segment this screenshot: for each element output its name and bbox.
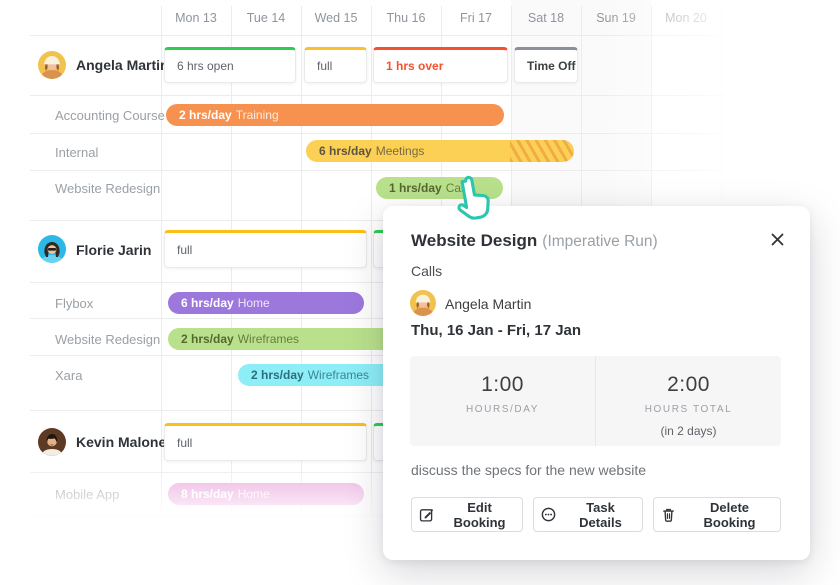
avatar-angela-icon bbox=[410, 290, 436, 316]
day-header: Tue 14 bbox=[231, 11, 301, 25]
grid-line bbox=[371, 6, 372, 515]
booking-date-range: Thu, 16 Jan - Fri, 17 Jan bbox=[411, 322, 581, 339]
project-label[interactable]: Internal bbox=[55, 145, 98, 160]
hours-per-day-value: 1:00 bbox=[410, 373, 595, 397]
hours-per-day-label: HOURS/DAY bbox=[410, 404, 595, 415]
avatar[interactable] bbox=[38, 428, 66, 456]
availability-cell[interactable]: full bbox=[304, 47, 367, 83]
row-divider bbox=[30, 170, 744, 171]
avatar-florie-icon bbox=[38, 235, 66, 263]
availability-cell[interactable]: 1 hrs over bbox=[373, 47, 508, 83]
booking-task: Calls bbox=[446, 181, 473, 195]
delete-booking-label: Delete Booking bbox=[685, 500, 774, 530]
row-divider bbox=[30, 95, 744, 96]
avatar-angela-icon bbox=[38, 51, 66, 79]
booking-task: Meetings bbox=[376, 144, 425, 158]
avatar bbox=[410, 290, 436, 316]
booking-hours: 6 hrs/day bbox=[181, 296, 234, 310]
trash-icon bbox=[660, 506, 677, 523]
project-label[interactable]: Flybox bbox=[55, 296, 93, 311]
popup-title: Website Design (Imperative Run) bbox=[411, 231, 658, 251]
avatar[interactable] bbox=[38, 235, 66, 263]
delete-booking-button[interactable]: Delete Booking bbox=[653, 497, 781, 532]
project-title-suffix: (Imperative Run) bbox=[542, 233, 657, 250]
person-name[interactable]: Florie Jarin bbox=[76, 242, 151, 258]
day-header: Fri 17 bbox=[441, 11, 511, 25]
booking-hours: 2 hrs/day bbox=[251, 368, 304, 382]
booking-stats: 1:00 HOURS/DAY 2:00 HOURS TOTAL (in 2 da… bbox=[410, 356, 781, 446]
project-label[interactable]: Website Redesign bbox=[55, 332, 160, 347]
hours-per-day-stat: 1:00 HOURS/DAY bbox=[410, 356, 595, 446]
project-label[interactable]: Mobile App bbox=[55, 487, 119, 502]
booking-hours: 8 hrs/day bbox=[181, 487, 234, 501]
hours-total-stat: 2:00 HOURS TOTAL (in 2 days) bbox=[595, 356, 781, 446]
booking-bar-meetings[interactable]: 6 hrs/day Meetings bbox=[306, 140, 574, 162]
booking-details-popup: Website Design (Imperative Run) Calls Ang… bbox=[383, 206, 810, 560]
booking-hours: 1 hrs/day bbox=[389, 181, 442, 195]
task-details-button[interactable]: Task Details bbox=[533, 497, 643, 532]
day-header: Sun 19 bbox=[581, 11, 651, 25]
edit-booking-button[interactable]: Edit Booking bbox=[411, 497, 523, 532]
availability-cell[interactable]: full bbox=[164, 230, 367, 268]
project-label[interactable]: Accounting Course bbox=[55, 108, 165, 123]
availability-label: 1 hrs over bbox=[386, 59, 443, 73]
resource-scheduler: Mon 13 Tue 14 Wed 15 Thu 16 Fri 17 Sat 1… bbox=[0, 0, 840, 585]
row-divider bbox=[30, 133, 744, 134]
availability-label: full bbox=[177, 436, 192, 450]
hours-total-note: (in 2 days) bbox=[596, 424, 781, 438]
booking-bar-home[interactable]: 8 hrs/day Home bbox=[168, 483, 364, 505]
ellipsis-circle-icon bbox=[540, 506, 557, 523]
task-details-label: Task Details bbox=[565, 500, 636, 530]
day-header: Wed 15 bbox=[301, 11, 371, 25]
booking-task: Wireframes bbox=[308, 368, 369, 382]
availability-cell[interactable]: full bbox=[164, 423, 367, 461]
edit-icon bbox=[418, 506, 435, 523]
availability-cell[interactable]: 6 hrs open bbox=[164, 47, 296, 83]
hours-total-value: 2:00 bbox=[596, 373, 781, 397]
project-title: Website Design bbox=[411, 231, 537, 250]
hours-total-label: HOURS TOTAL bbox=[596, 404, 781, 415]
booking-bar-calls[interactable]: 1 hrs/day Calls bbox=[376, 177, 503, 199]
project-label[interactable]: Website Redesign bbox=[55, 181, 160, 196]
avatar[interactable] bbox=[38, 51, 66, 79]
popup-task-name: Calls bbox=[411, 263, 442, 279]
day-header: Mon 20 bbox=[651, 11, 721, 25]
close-icon[interactable] bbox=[768, 230, 786, 248]
booking-bar-home[interactable]: 6 hrs/day Home bbox=[168, 292, 364, 314]
edit-booking-label: Edit Booking bbox=[443, 500, 516, 530]
day-header: Mon 13 bbox=[161, 11, 231, 25]
booking-task: Training bbox=[236, 108, 279, 122]
row-divider bbox=[30, 35, 744, 36]
avatar-kevin-icon bbox=[38, 428, 66, 456]
availability-label: full bbox=[317, 59, 332, 73]
day-header: Thu 16 bbox=[371, 11, 441, 25]
day-header: Sat 18 bbox=[511, 11, 581, 25]
availability-label: full bbox=[177, 243, 192, 257]
availability-label: 6 hrs open bbox=[177, 59, 234, 73]
booking-bar-training[interactable]: 2 hrs/day Training bbox=[166, 104, 504, 126]
booking-task: Home bbox=[238, 296, 270, 310]
availability-cell[interactable]: Time Off bbox=[514, 47, 578, 83]
assignee-name: Angela Martin bbox=[445, 296, 531, 312]
booking-hours: 2 hrs/day bbox=[179, 108, 232, 122]
booking-hours: 2 hrs/day bbox=[181, 332, 234, 346]
project-label[interactable]: Xara bbox=[55, 368, 82, 383]
booking-description: discuss the specs for the new website bbox=[411, 462, 646, 478]
tentative-hatch-pattern bbox=[510, 140, 574, 162]
availability-label: Time Off bbox=[527, 59, 575, 73]
booking-task: Home bbox=[238, 487, 270, 501]
person-name[interactable]: Kevin Malone bbox=[76, 434, 166, 450]
booking-hours: 6 hrs/day bbox=[319, 144, 372, 158]
booking-task: Wireframes bbox=[238, 332, 299, 346]
person-name[interactable]: Angela Martin bbox=[76, 57, 169, 73]
